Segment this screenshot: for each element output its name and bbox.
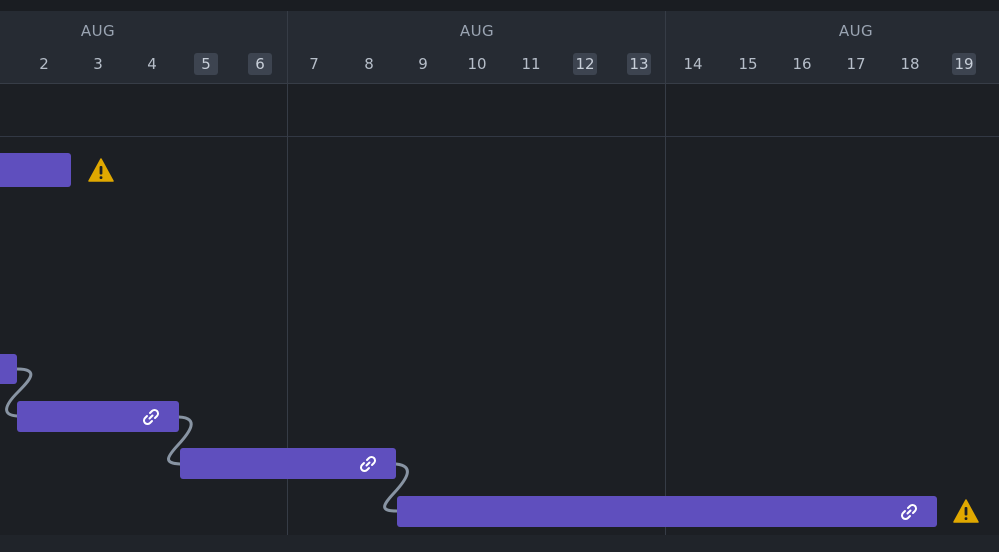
task-bar[interactable] xyxy=(0,354,17,384)
warning-triangle-icon[interactable] xyxy=(88,158,114,182)
link-icon[interactable] xyxy=(899,502,919,522)
link-icon[interactable] xyxy=(358,454,378,474)
link-icon[interactable] xyxy=(141,407,161,427)
task-bar[interactable] xyxy=(17,401,179,432)
task-bar[interactable] xyxy=(0,153,71,187)
task-bar[interactable] xyxy=(397,496,937,527)
warning-triangle-icon[interactable] xyxy=(953,499,979,523)
dependency-connectors xyxy=(5,367,409,513)
task-bar[interactable] xyxy=(180,448,396,479)
